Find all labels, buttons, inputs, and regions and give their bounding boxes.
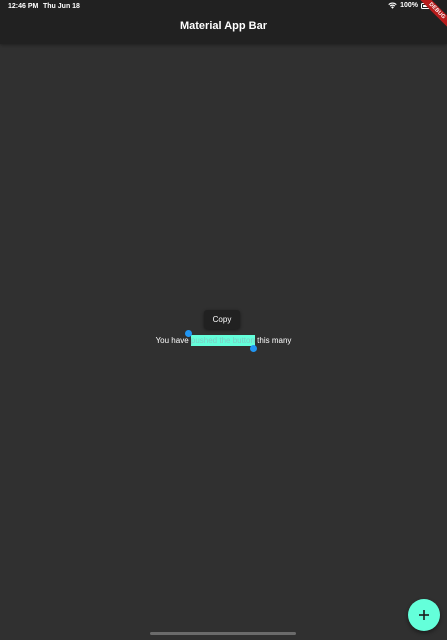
- debug-banner-label: DEBUG: [418, 0, 447, 30]
- counter-text[interactable]: You have pushed the button this many: [0, 335, 447, 346]
- increment-fab-button[interactable]: [408, 599, 440, 631]
- battery-percentage: 100%: [400, 2, 418, 9]
- selected-text[interactable]: pushed the button: [190, 335, 255, 346]
- app-bar: 12:46 PM Thu Jun 18 100% Material App Ba…: [0, 0, 447, 44]
- status-bar: 12:46 PM Thu Jun 18 100%: [0, 0, 447, 13]
- copy-button[interactable]: Copy: [204, 310, 240, 329]
- app-bar-title: Material App Bar: [179, 20, 267, 32]
- counter-text-after: this many: [254, 336, 292, 345]
- counter-text-before: You have: [155, 336, 191, 345]
- status-date: Thu Jun 18: [43, 3, 80, 10]
- app-screen: 12:46 PM Thu Jun 18 100% Material App Ba…: [0, 0, 447, 640]
- wifi-icon: [388, 2, 397, 9]
- debug-banner: DEBUG: [417, 0, 447, 30]
- plus-icon: [418, 609, 430, 621]
- selection-end-handle[interactable]: [250, 345, 257, 352]
- home-indicator[interactable]: [150, 632, 296, 635]
- status-time: 12:46 PM: [8, 3, 39, 10]
- selection-start-handle[interactable]: [185, 330, 192, 337]
